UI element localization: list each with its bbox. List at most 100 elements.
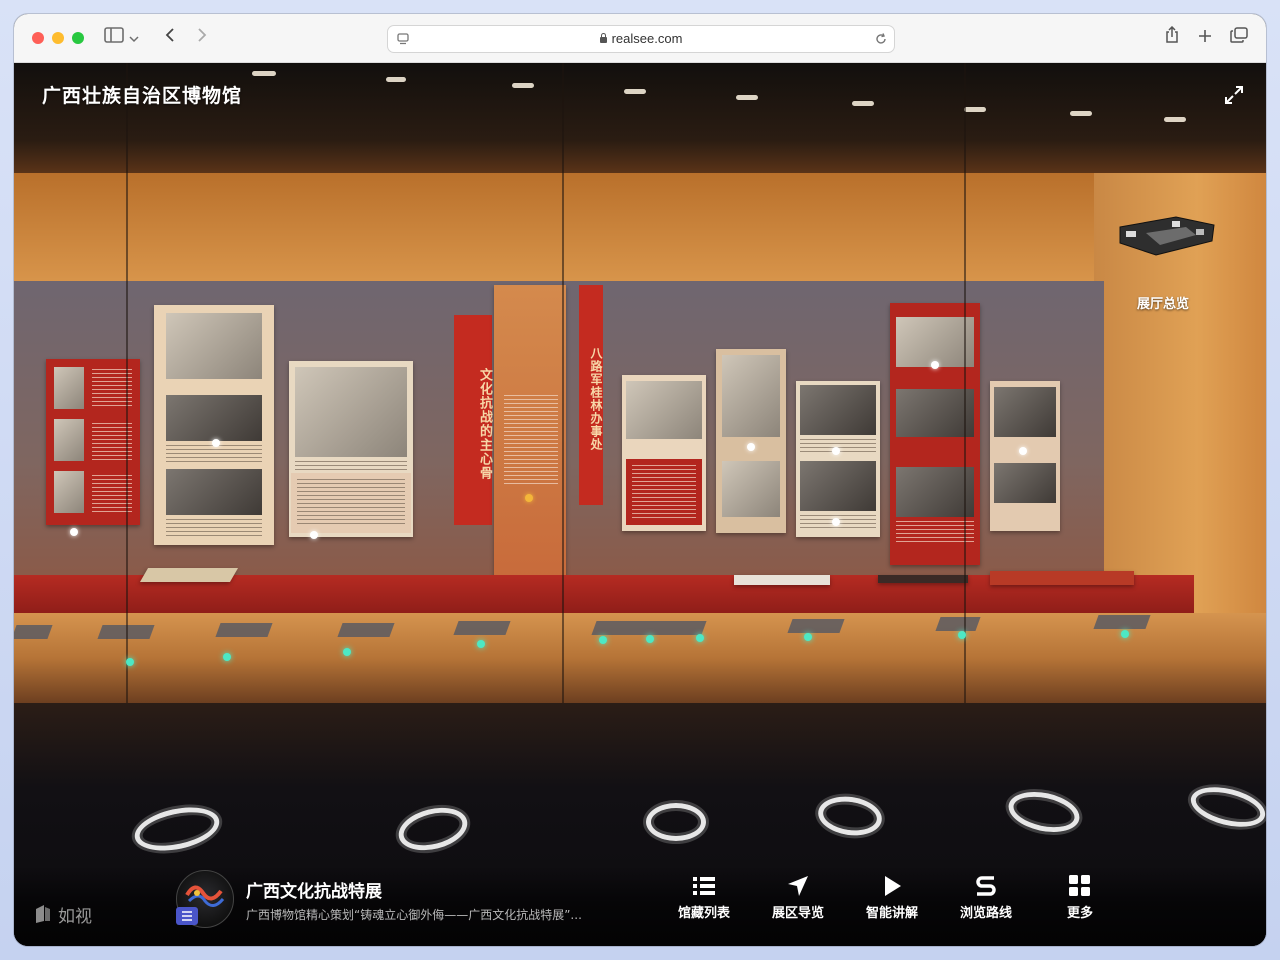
archive-photo xyxy=(166,395,262,441)
hotspot[interactable] xyxy=(1121,630,1129,638)
hotspot[interactable] xyxy=(477,640,485,648)
zoom-window-button[interactable] xyxy=(72,32,84,44)
menu-badge-icon[interactable] xyxy=(176,907,198,925)
case-label xyxy=(215,623,273,637)
case-label xyxy=(787,619,845,633)
building-photo xyxy=(994,463,1056,503)
ceiling-light xyxy=(252,71,276,76)
hotspot[interactable] xyxy=(931,361,939,369)
interior-photo xyxy=(994,387,1056,437)
forward-arrow-icon[interactable] xyxy=(190,26,214,50)
hall-overview-minimap[interactable] xyxy=(1116,213,1216,261)
back-arrow-icon[interactable] xyxy=(158,26,182,50)
exhibit-panel xyxy=(796,381,880,537)
browser-toolbar: realsee.com xyxy=(14,14,1266,63)
chevron-down-icon[interactable] xyxy=(127,26,141,50)
exhibit-panel xyxy=(154,305,274,545)
browse-route-button[interactable]: 浏览路线 xyxy=(946,875,1026,935)
ceiling-light xyxy=(736,95,758,100)
exhibit-panel xyxy=(990,381,1060,531)
hotspot[interactable] xyxy=(310,531,318,539)
building-photo xyxy=(626,381,702,439)
hotspot[interactable] xyxy=(804,633,812,641)
smart-narration-button[interactable]: 智能讲解 xyxy=(852,875,932,935)
document-photo xyxy=(722,355,780,437)
hotspot[interactable] xyxy=(646,635,654,643)
play-icon xyxy=(885,876,901,896)
desktop-background: realsee.com 文化抗战的主心骨 八路军桂林办事处 广西壮族自治区博物馆… xyxy=(0,0,1280,960)
hotspot[interactable] xyxy=(958,631,966,639)
case-label xyxy=(935,617,981,631)
hotspot[interactable] xyxy=(343,648,351,656)
sidebar-toggle-icon[interactable] xyxy=(102,26,126,50)
ceiling-light xyxy=(386,77,406,82)
upper-wall xyxy=(14,173,1266,283)
realsee-logo-icon xyxy=(36,905,50,923)
text-column xyxy=(494,285,566,577)
new-tab-icon[interactable] xyxy=(1193,26,1217,50)
exhibit-subtitle[interactable]: 广西博物馆精心策划“铸魂立心御外侮——广西文化抗战特展”... xyxy=(246,906,626,923)
address-bar[interactable]: realsee.com xyxy=(387,25,895,53)
tab-overview-icon[interactable] xyxy=(1227,26,1251,50)
portrait-photo xyxy=(722,461,780,517)
panorama-viewer[interactable]: 文化抗战的主心骨 八路军桂林办事处 广西壮族自治区博物馆 展厅总览 如视 广西文… xyxy=(14,63,1266,946)
group-photo xyxy=(896,389,974,437)
route-icon xyxy=(976,876,996,896)
area-guide-label: 展区导览 xyxy=(771,906,824,921)
navigation-arrow-icon xyxy=(788,876,808,896)
close-window-button[interactable] xyxy=(32,32,44,44)
lock-icon xyxy=(599,33,607,43)
hotspot[interactable] xyxy=(1019,447,1027,455)
more-button[interactable]: 更多 xyxy=(1040,875,1120,935)
artifact-textile xyxy=(990,571,1134,585)
area-guide-button[interactable]: 展区导览 xyxy=(758,875,838,935)
portrait-photo xyxy=(54,419,84,461)
artifact-document xyxy=(139,568,239,582)
museum-title: 广西壮族自治区博物馆 xyxy=(42,85,243,107)
hotspot[interactable] xyxy=(696,634,704,642)
brand-name: 如视 xyxy=(58,906,92,927)
case-label xyxy=(453,621,511,635)
grid-icon xyxy=(1069,875,1090,896)
fullscreen-icon[interactable] xyxy=(1224,85,1244,105)
ceiling-light xyxy=(852,101,874,106)
hotspot[interactable] xyxy=(832,518,840,526)
banner-eighth-route-army-office: 八路军桂林办事处 xyxy=(579,285,603,505)
document-photo xyxy=(166,313,262,379)
share-icon[interactable] xyxy=(1160,25,1184,50)
collection-list-button[interactable]: 馆藏列表 xyxy=(664,875,744,935)
case-label xyxy=(1093,615,1151,629)
hall-overview-label[interactable]: 展厅总览 xyxy=(1137,293,1189,312)
hotspot[interactable] xyxy=(126,658,134,666)
exhibit-panel xyxy=(890,303,980,565)
ceiling-light xyxy=(512,83,534,88)
banner-cultural-resistance: 文化抗战的主心骨 xyxy=(454,315,492,525)
hotspot[interactable] xyxy=(223,653,231,661)
group-photo xyxy=(896,317,974,367)
minimize-window-button[interactable] xyxy=(52,32,64,44)
ceiling-light xyxy=(1070,111,1092,116)
group-photo xyxy=(896,467,974,517)
browser-window: realsee.com 文化抗战的主心骨 八路军桂林办事处 广西壮族自治区博物馆… xyxy=(14,14,1266,946)
hotspot[interactable] xyxy=(70,528,78,536)
hotspot[interactable] xyxy=(599,636,607,644)
exhibit-panel xyxy=(622,375,706,531)
reload-icon[interactable] xyxy=(874,31,888,50)
landscape-photo xyxy=(166,469,262,515)
floor-navigation-ring[interactable] xyxy=(646,803,706,841)
list-icon xyxy=(693,877,715,895)
portrait-photo xyxy=(54,471,84,513)
ceiling-light xyxy=(624,89,646,94)
realsee-brand: 如视 xyxy=(34,901,92,927)
hotspot[interactable] xyxy=(525,494,533,502)
smart-narration-label: 智能讲解 xyxy=(865,906,918,921)
hotspot[interactable] xyxy=(212,439,220,447)
artifact xyxy=(734,575,830,585)
exhibit-title: 广西文化抗战特展 xyxy=(246,882,382,902)
ceiling-light xyxy=(964,107,986,112)
hotspot[interactable] xyxy=(832,447,840,455)
hotspot[interactable] xyxy=(747,443,755,451)
portrait-photo xyxy=(295,367,407,457)
collection-list-label: 馆藏列表 xyxy=(677,906,730,921)
case-label xyxy=(591,621,707,635)
